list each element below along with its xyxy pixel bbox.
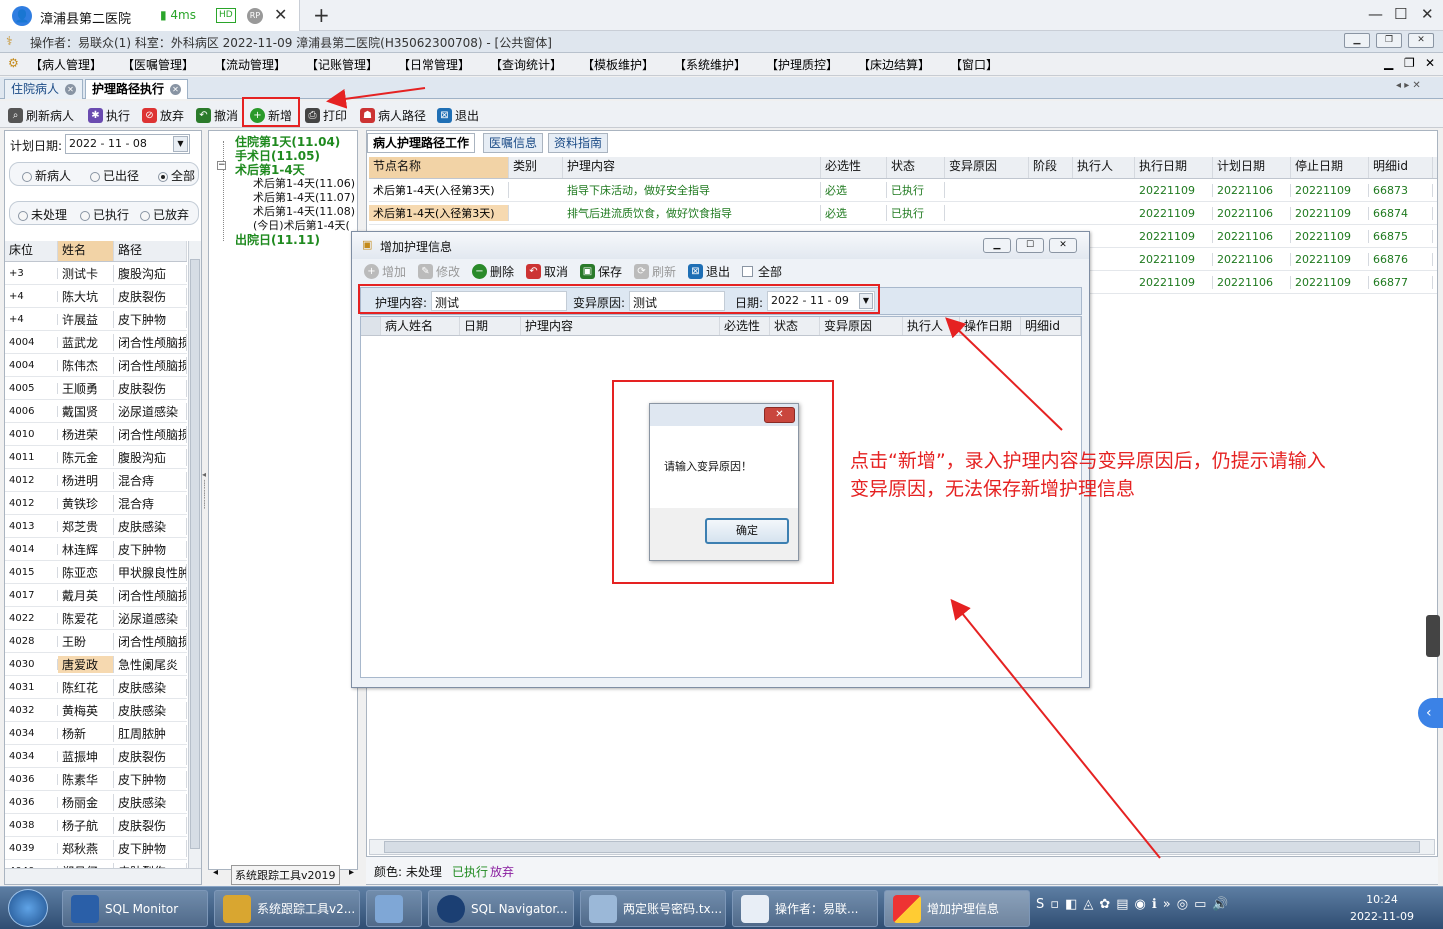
tray-icons[interactable]: S▫◧◬✿▤◉ℹ»◎▭🔊 xyxy=(1036,897,1336,919)
network-icon xyxy=(375,894,403,923)
task-notepad[interactable]: 两定账号密码.tx... xyxy=(580,890,726,927)
annotation-note: 点击“新增”，录入护理内容与变异原因后，仍提示请输入变异原因，无法保存新增护理信… xyxy=(850,450,1326,500)
sql-icon xyxy=(223,894,251,923)
task-add-nursing[interactable]: 增加护理信息 xyxy=(884,890,1030,927)
monitor-icon xyxy=(71,894,99,923)
notepad-icon xyxy=(589,894,617,923)
task-trace-tool[interactable]: 系统跟踪工具v2... xyxy=(214,890,360,927)
task-network[interactable] xyxy=(366,890,422,927)
clock[interactable]: 10:24 2022-11-09 xyxy=(1342,891,1422,925)
task-operator[interactable]: 操作者：易联... xyxy=(732,890,878,927)
navigator-icon xyxy=(437,894,465,923)
task-sql-monitor[interactable]: SQL Monitor xyxy=(62,890,208,927)
app-window-icon xyxy=(893,894,921,923)
clock-time: 10:24 xyxy=(1366,893,1398,906)
taskbar: SQL Monitor 系统跟踪工具v2... SQL Navigator...… xyxy=(0,886,1443,929)
task-sql-navigator[interactable]: SQL Navigator... xyxy=(428,890,574,927)
doctor-icon xyxy=(741,894,769,923)
start-button[interactable] xyxy=(8,889,48,927)
clock-date: 2022-11-09 xyxy=(1350,910,1414,923)
